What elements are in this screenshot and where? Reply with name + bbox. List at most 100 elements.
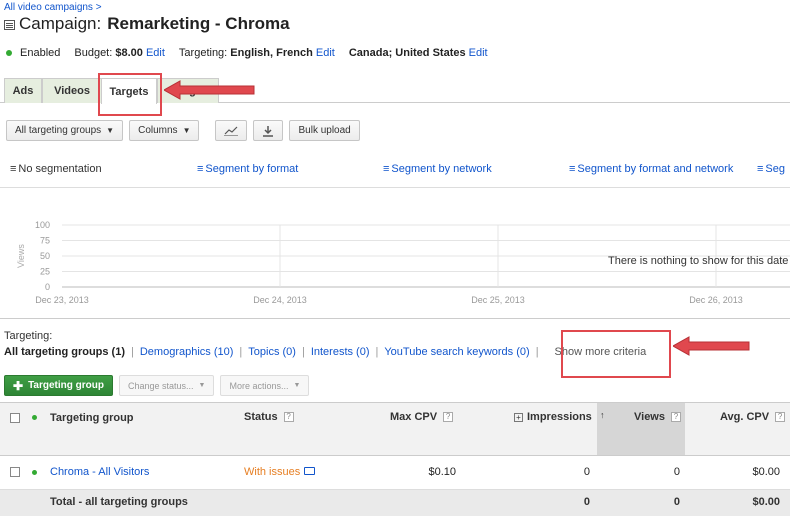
table-row: Chroma - All Visitors With issues $0.10 …	[0, 456, 790, 490]
add-targeting-group-label: Targeting group	[28, 380, 104, 391]
row-status: With issues	[244, 466, 301, 478]
no-segmentation-option[interactable]: ≡ No segmentation	[10, 163, 102, 175]
no-segmentation-label: No segmentation	[18, 163, 102, 175]
chart-y-tick-label: 100	[35, 220, 50, 230]
segment-by-network-link[interactable]: ≡ Segment by network	[383, 163, 492, 175]
campaign-icon	[4, 20, 15, 30]
segment-by-format-link[interactable]: ≡ Segment by format	[197, 163, 298, 175]
criteria-demographics-link[interactable]: Demographics (10)	[140, 346, 234, 358]
download-icon	[263, 125, 274, 137]
more-actions-label: More actions...	[229, 380, 289, 391]
row-views: 0	[673, 466, 680, 478]
row-avg-cpv: $0.00	[752, 466, 780, 478]
expand-icon[interactable]: +	[514, 412, 523, 422]
chevron-down-icon: ▼	[293, 382, 301, 389]
toolbar: All targeting groups ▼ Columns ▼ Bulk uplo…	[6, 120, 360, 141]
actions-bar: ✚ Targeting group Change status... ▼ More …	[4, 375, 310, 396]
segment-by-network-label: Segment by network	[391, 163, 492, 175]
help-icon[interactable]: ?	[775, 412, 786, 422]
header-status[interactable]: Status	[244, 411, 278, 423]
divider	[0, 318, 790, 319]
change-status-dropdown[interactable]: Change status... ▼	[118, 375, 215, 396]
line-chart-icon	[224, 126, 239, 136]
chart-y-tick-label: 75	[40, 236, 50, 246]
plus-icon: ✚	[13, 378, 24, 393]
segment-by-format-label: Segment by format	[205, 163, 299, 175]
table-header: Targeting group Status? Max CPV? + Impres…	[0, 402, 790, 456]
targeting-section-label: Targeting:	[4, 330, 53, 342]
locations-value: Canada; United States	[348, 47, 466, 59]
list-icon: ≡	[10, 163, 17, 175]
criteria-youtube-keywords-link[interactable]: YouTube search keywords (0)	[384, 346, 529, 358]
segment-by-format-network-label: Segment by format and network	[577, 163, 734, 175]
chart-x-tick-label: Dec 25, 2013	[471, 295, 525, 305]
tab-ads[interactable]: Ads	[4, 78, 42, 103]
header-targeting-group[interactable]: Targeting group	[50, 412, 134, 424]
tab-videos[interactable]: Videos	[42, 78, 102, 103]
budget-label: Budget:	[74, 47, 113, 59]
chart-y-axis-label: Views	[16, 244, 26, 268]
views-chart: 0 25 50 75 100 Dec 23, 2013 Dec 24, 2013 Dec 25…	[0, 215, 790, 315]
targeting-label: Targeting:	[178, 47, 228, 59]
download-button[interactable]	[253, 120, 284, 141]
targeting-edit-link[interactable]: Edit	[316, 47, 335, 59]
help-icon[interactable]: ?	[443, 412, 454, 422]
comment-icon[interactable]	[304, 467, 316, 475]
annotation-arrow-icon	[164, 80, 255, 100]
segment-icon: ≡	[197, 163, 204, 175]
total-impressions: 0	[583, 496, 590, 508]
more-actions-dropdown[interactable]: More actions... ▼	[220, 375, 310, 396]
header-impressions[interactable]: Impressions	[527, 411, 592, 423]
chart-x-tick-label: Dec 26, 2013	[689, 295, 743, 305]
row-checkbox[interactable]	[10, 467, 20, 477]
budget-value: $8.00	[115, 47, 143, 59]
segment-by-format-network-link[interactable]: ≡ Segment by format and network	[569, 163, 733, 175]
sort-ascending-icon: ↑	[600, 410, 605, 420]
row-max-cpv[interactable]: $0.10	[428, 466, 456, 478]
criteria-separator: |	[375, 346, 379, 358]
criteria-interests-link[interactable]: Interests (0)	[311, 346, 370, 358]
chart-y-tick-label: 50	[40, 251, 50, 261]
total-label: Total - all targeting groups	[50, 496, 188, 508]
segment-icon: ≡	[757, 163, 764, 175]
segment-cut-label: Seg	[765, 163, 785, 175]
criteria-separator: |	[239, 346, 243, 358]
highlight-box-show-more	[561, 330, 671, 378]
enabled-status-icon	[32, 470, 37, 475]
chart-x-tick-label: Dec 23, 2013	[35, 295, 89, 305]
columns-dropdown[interactable]: Columns ▼	[129, 120, 200, 141]
columns-label: Columns	[138, 125, 178, 136]
chart-y-tick-label: 0	[45, 282, 50, 292]
locations-edit-link[interactable]: Edit	[469, 47, 488, 59]
chevron-down-icon: ▼	[198, 382, 206, 389]
chart-toggle-button[interactable]	[215, 120, 248, 141]
header-max-cpv[interactable]: Max CPV	[390, 411, 437, 423]
targeting-groups-dropdown[interactable]: All targeting groups ▼	[6, 120, 124, 141]
campaign-name: Remarketing - Chroma	[107, 14, 290, 33]
status-dot-icon	[32, 415, 37, 420]
criteria-topics-link[interactable]: Topics (0)	[248, 346, 296, 358]
chart-empty-message: There is nothing to show for this date	[608, 255, 789, 267]
criteria-current: All targeting groups (1)	[4, 346, 125, 358]
help-icon[interactable]: ?	[671, 412, 681, 422]
select-all-checkbox[interactable]	[10, 413, 20, 423]
total-avg-cpv: $0.00	[752, 496, 780, 508]
header-avg-cpv[interactable]: Avg. CPV	[720, 411, 769, 423]
criteria-separator: |	[131, 346, 134, 358]
criteria-separator: |	[535, 346, 539, 358]
criteria-row: All targeting groups (1) | Demographics …	[4, 346, 646, 358]
budget-edit-link[interactable]: Edit	[146, 47, 165, 59]
add-targeting-group-button[interactable]: ✚ Targeting group	[4, 375, 113, 396]
targeting-value: English, French	[230, 47, 313, 59]
chevron-down-icon: ▼	[182, 126, 191, 135]
breadcrumb[interactable]: All video campaigns >	[4, 2, 102, 13]
header-views[interactable]: Views	[634, 411, 665, 423]
campaign-status-line: Enabled Budget: $8.00 Edit Targeting: En…	[6, 47, 502, 59]
bulk-upload-button[interactable]: Bulk upload	[289, 120, 360, 141]
segment-cut-link[interactable]: ≡ Seg	[757, 163, 785, 175]
targeting-groups-label: All targeting groups	[15, 125, 102, 136]
annotation-arrow-icon	[673, 336, 750, 356]
campaign-prefix: Campaign:	[19, 14, 102, 33]
help-icon[interactable]: ?	[283, 412, 294, 422]
row-targeting-group-link[interactable]: Chroma - All Visitors	[50, 466, 149, 478]
